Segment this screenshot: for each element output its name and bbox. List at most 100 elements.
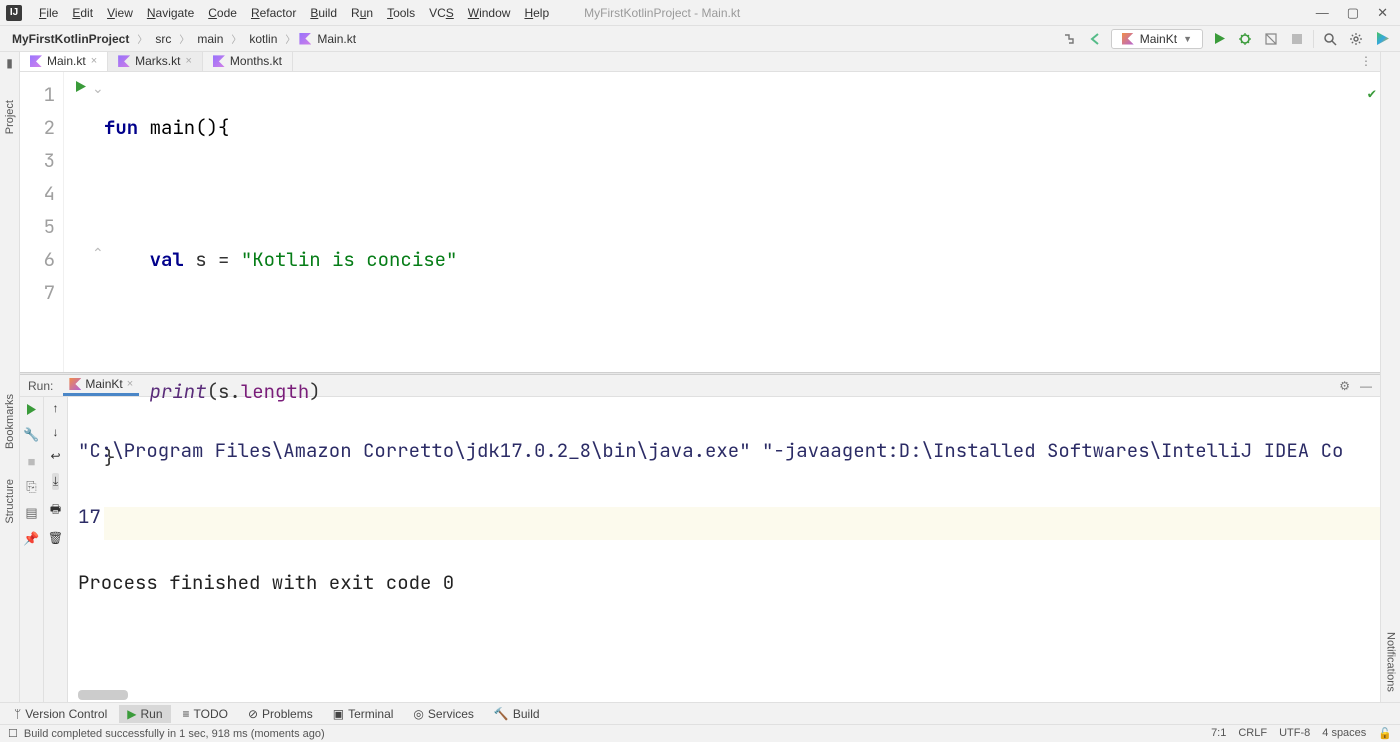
run-toolbar-inner: ↑ ↓ ↩ ⤓ 🖶 🗑 <box>44 397 68 702</box>
wrench-icon[interactable]: 🔧 <box>24 427 40 443</box>
minimize-button[interactable]: — <box>1316 5 1329 21</box>
rerun-icon[interactable] <box>24 401 40 417</box>
debug-icon[interactable] <box>1235 29 1255 49</box>
run-icon[interactable] <box>1209 29 1229 49</box>
clear-icon[interactable]: 🗑 <box>48 531 63 545</box>
menu-build[interactable]: Build <box>303 3 344 23</box>
tab-label: Marks.kt <box>135 54 180 68</box>
play-gradient-icon[interactable] <box>1372 29 1392 49</box>
menu-file[interactable]: File <box>32 3 65 23</box>
menu-window[interactable]: Window <box>461 3 518 23</box>
run-line-icon[interactable] <box>74 80 87 93</box>
crumb-src[interactable]: src <box>151 30 175 48</box>
console-line: "C:\Program Files\Amazon Corretto\jdk17.… <box>78 434 1370 467</box>
bt-terminal[interactable]: ▣Terminal <box>325 705 402 723</box>
bt-build[interactable]: 🔨Build <box>486 705 548 723</box>
project-tool-icon[interactable]: ▮ <box>6 56 13 70</box>
settings-icon[interactable] <box>1346 29 1366 49</box>
console-output[interactable]: "C:\Program Files\Amazon Corretto\jdk17.… <box>68 397 1380 702</box>
kotlin-file-icon <box>299 33 311 45</box>
tabs-menu-icon[interactable]: ⋮ <box>1360 54 1372 68</box>
bookmarks-tool-button[interactable]: Bookmarks <box>4 394 16 449</box>
notifications-tool-button[interactable]: Notifications <box>1385 632 1397 692</box>
close-tab-icon[interactable]: × <box>91 55 97 67</box>
indent-setting[interactable]: 4 spaces <box>1322 727 1366 740</box>
fold-end-icon[interactable]: ⌃ <box>92 245 104 262</box>
horizontal-scrollbar[interactable] <box>78 690 128 700</box>
warn-icon: ⊘ <box>248 707 258 721</box>
add-config-icon[interactable] <box>1059 29 1079 49</box>
console-line: Process finished with exit code 0 <box>78 566 1370 599</box>
tab-label: Main.kt <box>47 54 86 68</box>
menu-navigate[interactable]: Navigate <box>140 3 201 23</box>
play-icon: ▶ <box>127 707 136 721</box>
menu-view[interactable]: View <box>100 3 140 23</box>
run-toolbar-left: 🔧 ■ ⎘ ▤ 📌 <box>20 397 44 702</box>
menu-refactor[interactable]: Refactor <box>244 3 303 23</box>
code-editor[interactable]: 1 2 3 4 5 6 7 ⌄ ⌃ fun main(){ val s = "K… <box>20 72 1380 372</box>
chevron-icon: 〉 <box>229 31 243 46</box>
bt-services[interactable]: ◎Services <box>405 705 482 723</box>
print-icon[interactable]: 🖶 <box>50 500 61 521</box>
coverage-icon[interactable] <box>1261 29 1281 49</box>
close-tab-icon[interactable]: × <box>185 55 191 67</box>
back-icon[interactable] <box>1085 29 1105 49</box>
window-controls: — ▢ ✕ <box>1316 5 1394 21</box>
crumb-project[interactable]: MyFirstKotlinProject <box>8 30 133 48</box>
editor-tab-months[interactable]: Months.kt <box>203 52 293 71</box>
line-separator[interactable]: CRLF <box>1238 727 1267 740</box>
status-icon[interactable]: ☐ <box>8 727 18 740</box>
chevron-icon: 〉 <box>135 31 149 46</box>
maximize-button[interactable]: ▢ <box>1347 5 1359 21</box>
structure-tool-button[interactable]: Structure <box>4 479 16 524</box>
status-bar: ☐ Build completed successfully in 1 sec,… <box>0 724 1400 742</box>
line-gutter: 1 2 3 4 5 6 7 <box>20 72 64 372</box>
dump-threads-icon[interactable]: ⎘ <box>24 479 40 495</box>
menu-vcs[interactable]: VCS <box>422 3 461 23</box>
window-title: MyFirstKotlinProject - Main.kt <box>556 6 1316 20</box>
crumb-file[interactable]: Main.kt <box>313 30 360 48</box>
down-icon[interactable]: ↓ <box>53 425 59 439</box>
crumb-kotlin[interactable]: kotlin <box>245 30 281 48</box>
kotlin-file-icon <box>30 55 42 67</box>
gutter-icons: ⌄ ⌃ <box>64 72 104 372</box>
services-icon: ◎ <box>413 707 423 721</box>
stop-icon[interactable] <box>1287 29 1307 49</box>
menu-code[interactable]: Code <box>201 3 244 23</box>
status-message: Build completed successfully in 1 sec, 9… <box>24 728 325 740</box>
terminal-icon: ▣ <box>333 707 344 721</box>
menu-run[interactable]: Run <box>344 3 380 23</box>
scroll-end-icon[interactable]: ⤓ <box>52 473 59 490</box>
run-config-selector[interactable]: MainKt ▼ <box>1111 29 1203 49</box>
close-button[interactable]: ✕ <box>1377 5 1388 21</box>
layout-icon[interactable]: ▤ <box>24 505 40 521</box>
tab-label: Months.kt <box>230 54 282 68</box>
project-tool-button[interactable]: Project <box>4 100 16 134</box>
up-icon[interactable]: ↑ <box>53 401 59 415</box>
run-config-label: MainKt <box>1140 32 1177 46</box>
kotlin-icon <box>1122 33 1134 45</box>
bt-version-control[interactable]: ᛘVersion Control <box>6 705 115 723</box>
run-tool-window: Run: MainKt × ⚙ — 🔧 ■ ⎘ ▤ 📌 <box>20 375 1380 702</box>
bt-problems[interactable]: ⊘Problems <box>240 705 321 723</box>
soft-wrap-icon[interactable]: ↩ <box>50 449 60 463</box>
bt-run[interactable]: ▶Run <box>119 705 170 723</box>
file-encoding[interactable]: UTF-8 <box>1279 727 1310 740</box>
pin-icon[interactable]: 📌 <box>24 531 40 547</box>
menu-tools[interactable]: Tools <box>380 3 422 23</box>
crumb-main[interactable]: main <box>193 30 227 48</box>
stop-run-icon[interactable]: ■ <box>24 453 40 469</box>
menu-help[interactable]: Help <box>517 3 556 23</box>
toolbar: MainKt ▼ <box>1059 29 1392 49</box>
inspection-ok-icon[interactable]: ✔ <box>1368 78 1376 111</box>
bt-todo[interactable]: ≡TODO <box>175 705 236 723</box>
run-label: Run: <box>28 379 53 393</box>
editor-tab-marks[interactable]: Marks.kt × <box>108 52 203 71</box>
code-area[interactable]: fun main(){ val s = "Kotlin is concise" … <box>104 72 1380 372</box>
editor-tab-main[interactable]: Main.kt × <box>20 52 108 71</box>
caret-position[interactable]: 7:1 <box>1211 727 1226 740</box>
search-icon[interactable] <box>1320 29 1340 49</box>
menu-edit[interactable]: Edit <box>65 3 100 23</box>
fold-start-icon[interactable]: ⌄ <box>92 80 104 97</box>
lock-icon[interactable]: 🔓 <box>1378 727 1392 740</box>
